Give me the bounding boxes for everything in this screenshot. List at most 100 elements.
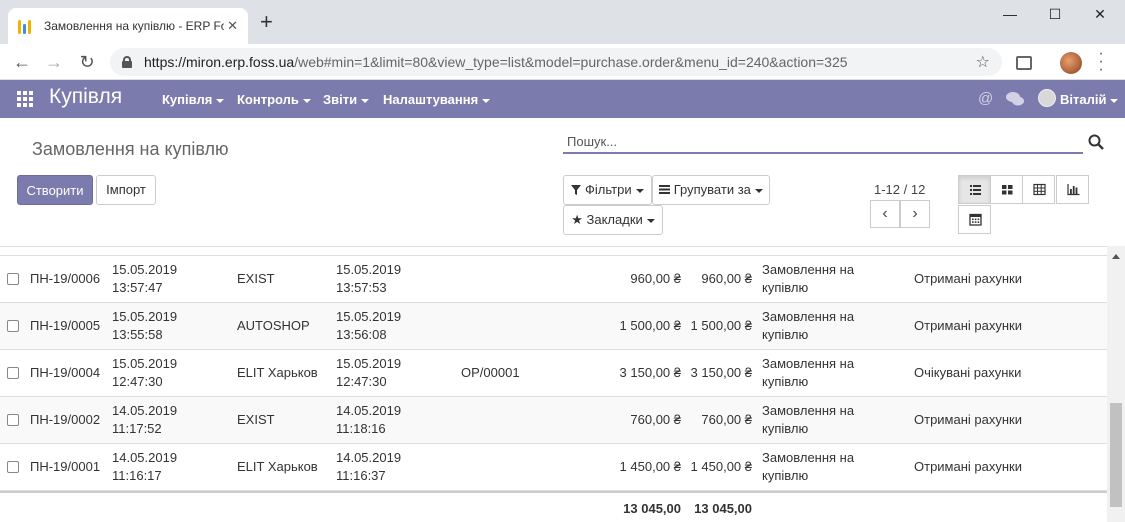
pager-next-button[interactable]: › [900, 200, 930, 228]
order-status: Замовлення на купівлю [762, 403, 855, 436]
scheduled-date: 15.05.2019 13:56:08 [336, 309, 402, 342]
pager-previous-button[interactable]: ‹ [870, 200, 900, 228]
chevron-down-icon [482, 98, 491, 103]
invoice-status: Очікувані рахунки [914, 365, 1022, 380]
chevron-down-icon [754, 188, 763, 193]
pivot-view-button[interactable] [1022, 175, 1055, 204]
forward-arrow-icon[interactable]: → [42, 50, 66, 74]
chevron-down-icon [646, 218, 655, 223]
vertical-scrollbar[interactable] [1107, 246, 1125, 522]
chevron-down-icon [635, 188, 644, 193]
invoice-status: Отримані рахунки [914, 412, 1022, 427]
row-checkbox[interactable] [7, 367, 19, 379]
create-button[interactable]: Створити [17, 175, 93, 205]
menu-settings[interactable]: Налаштування [383, 92, 491, 107]
table-view-icon [1033, 183, 1046, 196]
browser-menu-icon[interactable]: · · · [1096, 46, 1106, 78]
source-document: OP/00001 [461, 365, 520, 380]
calendar-view-button[interactable] [958, 205, 991, 234]
vendor: AUTOSHOP [237, 318, 310, 333]
table-row-partial[interactable] [0, 247, 1107, 256]
filters-button[interactable]: Фільтри [563, 175, 652, 205]
untaxed-amount: 1 500,00 ₴ [619, 318, 681, 333]
vendor: EXIST [237, 412, 275, 427]
chevron-down-icon [361, 98, 370, 103]
search-icon[interactable] [1088, 134, 1104, 150]
order-status: Замовлення на купівлю [762, 450, 855, 483]
chat-icon[interactable] [1006, 91, 1024, 107]
row-checkbox[interactable] [7, 273, 19, 285]
profile-avatar[interactable] [1060, 52, 1082, 74]
back-arrow-icon[interactable]: ← [10, 50, 34, 74]
new-tab-button[interactable]: + [260, 11, 273, 33]
browser-toolbar: ← → ↻ https://miron.erp.foss.ua/web#min=… [0, 44, 1125, 80]
bookmark-star-icon[interactable]: ☆ [976, 52, 990, 72]
scroll-up-arrow-icon[interactable] [1112, 254, 1120, 259]
scheduled-date: 15.05.2019 12:47:30 [336, 356, 402, 389]
invoice-status: Отримані рахунки [914, 271, 1022, 286]
vendor: ELIT Харьков [237, 459, 318, 474]
table-row[interactable]: ПН-19/0001 14.05.2019 11:16:17 ELIT Харьк… [0, 444, 1107, 491]
row-checkbox[interactable] [7, 414, 19, 426]
browser-tabbar: Замовлення на купівлю - ERP Fo ✕ + — ☐ ✕ [0, 0, 1125, 44]
app-brand[interactable]: Купівля [49, 85, 122, 109]
user-menu[interactable]: Віталій [1060, 92, 1119, 107]
list-view-icon [970, 185, 981, 195]
group-by-button[interactable]: Групувати за [652, 175, 770, 205]
total-amount: 760,00 ₴ [701, 412, 752, 427]
apps-grid-icon[interactable] [17, 91, 33, 107]
menu-reports[interactable]: Звіти [323, 92, 370, 107]
menu-control[interactable]: Контроль [237, 92, 311, 107]
url-text: https://miron.erp.foss.ua/web#min=1&limi… [144, 54, 848, 70]
pager-value[interactable]: 1-12 / 12 [874, 182, 925, 197]
tab-title: Замовлення на купівлю - ERP Fo [44, 19, 224, 33]
scrollbar-thumb[interactable] [1110, 403, 1122, 507]
search-input[interactable] [563, 130, 1083, 152]
filter-icon [571, 185, 582, 195]
graph-view-button[interactable] [1056, 175, 1089, 204]
kanban-view-icon [1002, 185, 1013, 195]
table-row[interactable]: ПН-19/0002 14.05.2019 11:17:52 EXIST 14.0… [0, 397, 1107, 444]
order-status: Замовлення на купівлю [762, 356, 855, 389]
import-button[interactable]: Імпорт [96, 175, 156, 205]
favorites-button[interactable]: ★ Закладки [563, 205, 663, 235]
invoice-status: Отримані рахунки [914, 459, 1022, 474]
star-icon: ★ [571, 212, 583, 227]
table-row[interactable]: ПН-19/0006 15.05.2019 13:57:47 EXIST 15.0… [0, 256, 1107, 303]
total-amount: 1 500,00 ₴ [690, 318, 752, 333]
row-checkbox[interactable] [7, 320, 19, 332]
order-date: 15.05.2019 13:57:47 [112, 262, 178, 295]
control-panel: Замовлення на купівлю Створити Імпорт Фі… [0, 118, 1125, 246]
table-row[interactable]: ПН-19/0004 15.05.2019 12:47:30 ELIT Харьк… [0, 350, 1107, 397]
total-amount: 960,00 ₴ [701, 271, 752, 286]
order-status: Замовлення на купівлю [762, 262, 855, 295]
user-avatar[interactable] [1038, 89, 1056, 107]
address-bar[interactable]: https://miron.erp.foss.ua/web#min=1&limi… [110, 48, 1002, 76]
extension-icon[interactable] [1016, 56, 1032, 70]
scheduled-date: 14.05.2019 11:16:37 [336, 450, 402, 483]
vendor: ELIT Харьков [237, 365, 318, 380]
close-window-button[interactable]: ✕ [1077, 6, 1123, 26]
minimize-button[interactable]: — [987, 6, 1033, 26]
browser-tab[interactable]: Замовлення на купівлю - ERP Fo ✕ [8, 8, 248, 44]
kanban-view-button[interactable] [990, 175, 1023, 204]
total-amount: 3 150,00 ₴ [690, 365, 752, 380]
invoice-status: Отримані рахунки [914, 318, 1022, 333]
close-tab-icon[interactable]: ✕ [227, 18, 238, 34]
calendar-icon [969, 213, 982, 226]
order-ref: ПН-19/0006 [30, 271, 101, 286]
order-ref: ПН-19/0004 [30, 365, 101, 380]
list-view-button[interactable] [958, 175, 991, 204]
at-mention-icon[interactable]: @ [978, 90, 993, 107]
row-checkbox[interactable] [7, 461, 19, 473]
bar-chart-icon [1067, 184, 1080, 196]
maximize-button[interactable]: ☐ [1032, 6, 1078, 26]
order-ref: ПН-19/0001 [30, 459, 101, 474]
table-row[interactable]: ПН-19/0005 15.05.2019 13:55:58 AUTOSHOP 1… [0, 303, 1107, 350]
order-status: Замовлення на купівлю [762, 309, 855, 342]
menu-purchase[interactable]: Купівля [162, 92, 225, 107]
main-navbar: Купівля Купівля Контроль Звіти Налаштува… [0, 80, 1125, 118]
order-date: 14.05.2019 11:17:52 [112, 403, 178, 436]
order-date: 15.05.2019 13:55:58 [112, 309, 178, 342]
reload-icon[interactable]: ↻ [75, 50, 99, 74]
